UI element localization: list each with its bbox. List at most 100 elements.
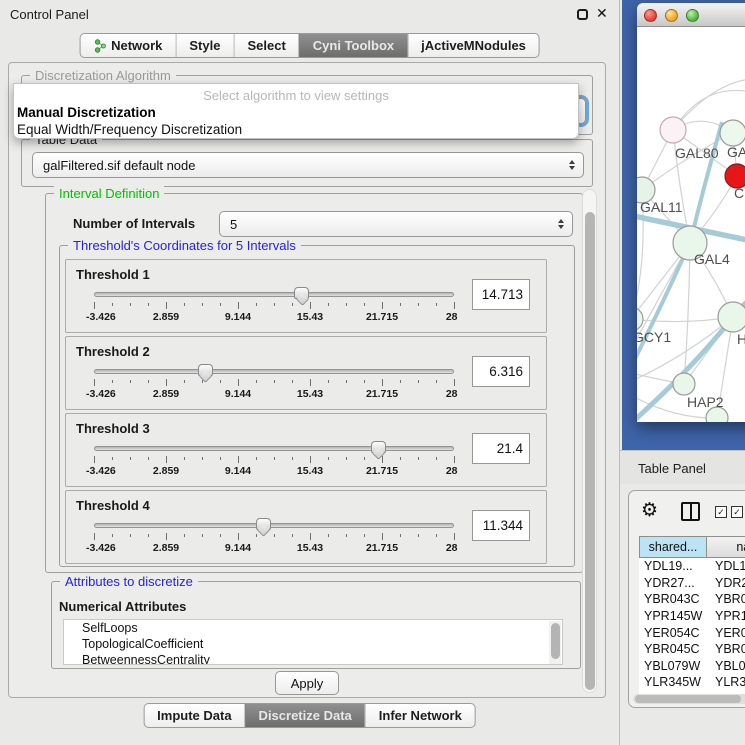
table-row[interactable]: YER054CYER054C: [639, 624, 745, 641]
list-scrollbar-thumb[interactable]: [551, 623, 560, 659]
node-label: GAL11: [640, 199, 683, 215]
dropdown-option-manual[interactable]: Manual Discretization: [17, 105, 156, 120]
checkbox-icon[interactable]: ✓: [715, 506, 727, 518]
dropdown-hint-option[interactable]: Select algorithm to view settings: [14, 88, 578, 103]
node-gcy1[interactable]: [637, 307, 643, 331]
minor-tick: [418, 457, 419, 460]
major-tick: [94, 533, 95, 540]
major-tick: [382, 379, 383, 386]
table-header-row: shared... na...: [639, 536, 745, 558]
panel-vertical-scrollbar[interactable]: [582, 189, 597, 693]
threshold-2-block: Threshold 2 -3.4262.8599.14415.4321.7152…: [65, 336, 547, 410]
tab-cyni-toolbox[interactable]: Cyni Toolbox: [299, 34, 407, 57]
checkbox-icon[interactable]: ✓: [731, 506, 743, 518]
major-tick: [382, 302, 383, 309]
slider-handle[interactable]: [371, 441, 386, 453]
table-row[interactable]: YPR145WYPR145W: [639, 608, 745, 625]
group-title: Discretization Algorithm: [30, 68, 176, 83]
control-panel: Control Panel ✕ Network Style Select Cyn…: [0, 0, 620, 745]
slider-track[interactable]: [94, 523, 454, 528]
float-window-icon[interactable]: [577, 9, 588, 20]
tab-select[interactable]: Select: [233, 34, 298, 57]
minor-tick: [220, 534, 221, 537]
table-row[interactable]: YLR345WYLR345W: [639, 674, 745, 691]
minor-tick: [256, 303, 257, 306]
window-zoom-icon[interactable]: [686, 9, 699, 22]
network-canvas[interactable]: GAL80 GA C GAL11 GAL4 GCY1 H HAP2: [637, 27, 745, 422]
window-close-icon[interactable]: [644, 9, 657, 22]
table-data-group: Table Data galFiltered.sif default node: [21, 139, 593, 187]
table-data-combobox[interactable]: galFiltered.sif default node: [32, 152, 584, 178]
panel-scrollbar-thumb[interactable]: [585, 212, 595, 690]
number-of-intervals-combobox[interactable]: 5: [219, 211, 573, 237]
node-gal-partial[interactable]: [720, 120, 745, 146]
gear-icon[interactable]: ⚙: [641, 499, 658, 522]
table-row[interactable]: YBR045CYBR045C: [639, 641, 745, 658]
tick-label: 28: [446, 388, 458, 400]
column-header-shared-name[interactable]: shared...: [639, 536, 707, 558]
slider-handle[interactable]: [256, 518, 271, 530]
table-horizontal-scrollbar[interactable]: [633, 694, 745, 704]
tick-label: -3.426: [86, 542, 116, 554]
node-h-partial[interactable]: [718, 302, 745, 332]
list-scrollbar[interactable]: [549, 621, 561, 665]
dropdown-option-equal-width[interactable]: Equal Width/Frequency Discretization: [17, 122, 242, 137]
node-gal80[interactable]: [660, 117, 686, 143]
minor-tick: [364, 534, 365, 537]
major-tick: [310, 302, 311, 309]
table-data-combobox-value: galFiltered.sif default node: [43, 158, 195, 173]
list-item[interactable]: BetweennessCentrality: [64, 652, 562, 665]
tab-infer-network[interactable]: Infer Network: [365, 704, 475, 727]
minor-tick: [364, 457, 365, 460]
split-columns-icon[interactable]: [681, 502, 700, 521]
tab-network-label: Network: [111, 38, 162, 53]
node-hap2[interactable]: [673, 373, 695, 395]
table-row[interactable]: YBL079WYBL079W: [639, 658, 745, 675]
minor-tick: [130, 380, 131, 383]
tick-label: 21.715: [366, 465, 398, 477]
major-tick: [166, 379, 167, 386]
tick-label: 2.859: [153, 311, 179, 323]
major-tick: [94, 456, 95, 463]
slider-handle[interactable]: [294, 287, 309, 299]
network-window-titlebar[interactable]: [637, 3, 745, 27]
slider-track[interactable]: [94, 369, 454, 374]
minor-tick: [184, 380, 185, 383]
apply-button[interactable]: Apply: [275, 671, 339, 695]
table-row[interactable]: YDL19...YDL19...: [639, 558, 745, 575]
threshold-3-value-field[interactable]: [472, 433, 530, 464]
node-label: GCY1: [637, 329, 671, 345]
slider-track[interactable]: [94, 446, 454, 451]
cell-name: YER054C: [707, 626, 745, 640]
column-header-name[interactable]: na...: [707, 536, 745, 558]
tab-network[interactable]: Network: [80, 34, 175, 57]
tab-discretize-data[interactable]: Discretize Data: [245, 704, 365, 727]
window-minimize-icon[interactable]: [665, 9, 678, 22]
table-row[interactable]: YDR27...YDR27...: [639, 575, 745, 592]
tab-cyni-toolbox-label: Cyni Toolbox: [313, 38, 394, 53]
slider-track[interactable]: [94, 292, 454, 297]
threshold-1-value-field[interactable]: [472, 279, 530, 310]
minor-tick: [328, 534, 329, 537]
close-icon[interactable]: ✕: [596, 5, 608, 22]
tick-label: 21.715: [366, 388, 398, 400]
threshold-2-value-field[interactable]: [472, 356, 530, 387]
tick-label: 2.859: [153, 388, 179, 400]
threshold-4-block: Threshold 4 -3.4262.8599.14415.4321.7152…: [65, 490, 547, 564]
network-icon: [93, 39, 106, 53]
list-item[interactable]: TopologicalCoefficient: [64, 636, 562, 652]
table-row[interactable]: YBR043CYBR043C: [639, 591, 745, 608]
tab-impute-data[interactable]: Impute Data: [144, 704, 244, 727]
minor-tick: [400, 457, 401, 460]
cell-shared-name: YBL079W: [639, 659, 707, 673]
tab-style[interactable]: Style: [175, 34, 233, 57]
slider-handle[interactable]: [198, 364, 213, 376]
tick-label: 2.859: [153, 542, 179, 554]
slider-tick-labels: -3.4262.8599.14415.4321.71528: [94, 311, 454, 323]
minor-tick: [220, 380, 221, 383]
list-item[interactable]: SelfLoops: [64, 620, 562, 636]
threshold-4-value-field[interactable]: [472, 510, 530, 541]
table-scrollbar-thumb[interactable]: [635, 695, 741, 703]
tab-jactivemnodules[interactable]: jActiveMNodules: [407, 34, 539, 57]
threshold-4-slider: -3.4262.8599.14415.4321.71528: [94, 519, 454, 559]
